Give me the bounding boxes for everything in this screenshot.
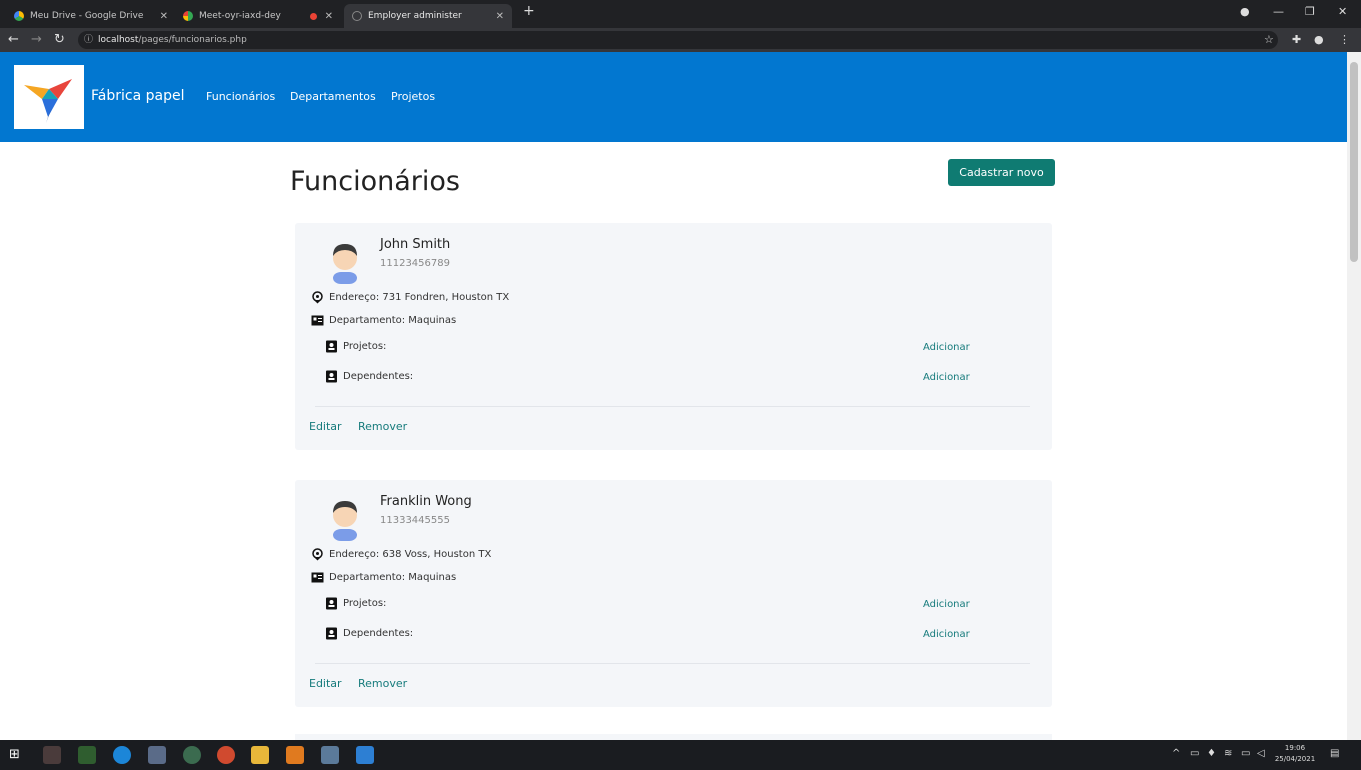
document-icon [325, 340, 338, 353]
profile-icon[interactable]: ● [1240, 5, 1250, 18]
cadastrar-novo-button[interactable]: Cadastrar novo [948, 159, 1055, 186]
edit-link[interactable]: Editar [309, 420, 342, 433]
chevron-up-icon[interactable]: ^ [1172, 748, 1180, 759]
employee-card: John Smith 11123456789 Endereço: 731 Fon… [295, 223, 1052, 450]
bird-logo-icon [24, 79, 72, 123]
os-taskbar: ⊞ ^ ▭ ♦ ≋ ▭ ◁ 19:06 25/04/2021 ▤ [0, 740, 1361, 770]
address-toolbar: ← → ↻ ⓘ localhost/pages/funcionarios.php … [0, 28, 1361, 52]
card-divider [315, 663, 1030, 664]
reload-icon[interactable]: ↻ [54, 32, 65, 47]
employee-name: Franklin Wong [380, 494, 472, 509]
browser-tab-google-drive[interactable]: Meu Drive - Google Drive ✕ [6, 4, 176, 28]
close-icon[interactable]: ✕ [325, 11, 333, 22]
department-row: Departamento: Maquinas [311, 571, 456, 584]
app-icon-9[interactable] [321, 746, 339, 764]
recording-icon [309, 12, 317, 20]
projects-row: Projetos: [325, 597, 386, 610]
department-card-icon [311, 314, 324, 327]
employee-card: Franklin Wong 11333445555 Endereço: 638 … [295, 480, 1052, 707]
monitor-icon[interactable]: ▭ [1241, 748, 1250, 759]
address-row: Endereço: 638 Voss, Houston TX [311, 548, 491, 561]
document-icon [325, 597, 338, 610]
add-project-link[interactable]: Adicionar [923, 599, 970, 610]
card-divider [315, 406, 1030, 407]
edge-icon[interactable] [113, 746, 131, 764]
employee-avatar-icon [333, 501, 357, 541]
mic-icon[interactable]: ♦ [1207, 748, 1216, 759]
page-viewport: Fábrica papel Funcionários Departamentos… [0, 52, 1347, 740]
wifi-icon[interactable]: ≋ [1224, 748, 1232, 759]
browser-tab-meet[interactable]: Meet-oyr-iaxd-dey ✕ [175, 4, 341, 28]
navbar: Fábrica papel Funcionários Departamentos… [0, 52, 1347, 142]
close-icon[interactable]: ✕ [496, 11, 504, 22]
xampp-icon[interactable] [286, 746, 304, 764]
menu-icon[interactable]: ⋮ [1339, 33, 1350, 46]
department-card-icon [311, 571, 324, 584]
info-icon: ⓘ [84, 35, 94, 45]
add-dependent-link[interactable]: Adicionar [923, 629, 970, 640]
add-project-link[interactable]: Adicionar [923, 342, 970, 353]
nav-link-funcionarios[interactable]: Funcionários [206, 90, 275, 103]
google-meet-icon [183, 11, 193, 21]
file-explorer-icon[interactable] [251, 746, 269, 764]
scrollbar-thumb[interactable] [1350, 62, 1358, 262]
app-icon-1[interactable] [43, 746, 61, 764]
new-tab-icon[interactable]: + [523, 3, 535, 19]
document-icon [325, 627, 338, 640]
dependents-row: Dependentes: [325, 627, 413, 640]
forward-icon[interactable]: → [31, 32, 42, 47]
nav-link-departamentos[interactable]: Departamentos [290, 90, 376, 103]
dependents-row: Dependentes: [325, 370, 413, 383]
bookmark-star-icon[interactable]: ☆ [1264, 33, 1274, 46]
minimize-icon[interactable]: — [1273, 5, 1284, 18]
employee-ssn: 11123456789 [380, 258, 450, 269]
address-row: Endereço: 731 Fondren, Houston TX [311, 291, 509, 304]
nvidia-icon[interactable] [78, 746, 96, 764]
extensions-icon[interactable]: ✚ [1292, 33, 1301, 46]
document-icon [325, 370, 338, 383]
page-scrollbar[interactable] [1347, 52, 1361, 740]
profile-avatar-icon[interactable]: ● [1314, 33, 1324, 46]
location-pin-icon [311, 291, 324, 304]
remove-link[interactable]: Remover [358, 420, 407, 433]
employee-ssn: 11333445555 [380, 515, 450, 526]
brand-name[interactable]: Fábrica papel [91, 88, 184, 104]
network-icon[interactable]: ▭ [1190, 748, 1199, 759]
app-icon-4[interactable] [148, 746, 166, 764]
nav-link-projetos[interactable]: Projetos [391, 90, 435, 103]
browser-tab-employer-administer[interactable]: Employer administer ✕ [344, 4, 512, 28]
browser-tab-strip: Meu Drive - Google Drive ✕ Meet-oyr-iaxd… [0, 0, 1361, 28]
add-dependent-link[interactable]: Adicionar [923, 372, 970, 383]
remove-link[interactable]: Remover [358, 677, 407, 690]
page-title: Funcionários [290, 166, 460, 197]
employee-name: John Smith [380, 237, 451, 252]
close-icon[interactable]: ✕ [160, 11, 168, 22]
globe-icon [352, 11, 362, 21]
vscode-icon[interactable] [356, 746, 374, 764]
projects-row: Projetos: [325, 340, 386, 353]
restore-icon[interactable]: ❐ [1305, 5, 1315, 18]
google-drive-icon [14, 11, 24, 21]
chrome-icon-2[interactable] [217, 746, 235, 764]
windows-start-icon[interactable]: ⊞ [9, 747, 20, 762]
location-pin-icon [311, 548, 324, 561]
logo[interactable] [14, 65, 84, 129]
url-field[interactable]: ⓘ localhost/pages/funcionarios.php [78, 31, 1278, 49]
department-row: Departamento: Maquinas [311, 314, 456, 327]
volume-icon[interactable]: ◁ [1257, 748, 1265, 759]
notifications-icon[interactable]: ▤ [1330, 748, 1339, 759]
employee-avatar-icon [333, 244, 357, 284]
chrome-icon[interactable] [183, 746, 201, 764]
window-close-icon[interactable]: ✕ [1338, 5, 1347, 18]
back-icon[interactable]: ← [8, 32, 19, 47]
taskbar-clock[interactable]: 19:06 25/04/2021 [1272, 743, 1318, 765]
edit-link[interactable]: Editar [309, 677, 342, 690]
